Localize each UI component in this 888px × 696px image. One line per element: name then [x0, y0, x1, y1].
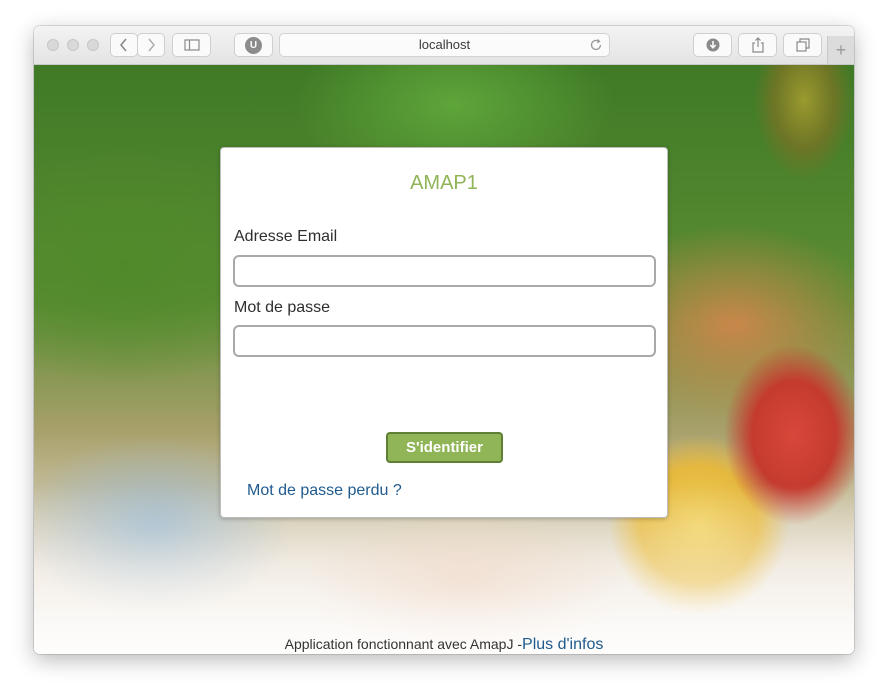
back-icon [119, 38, 127, 52]
more-info-link[interactable]: Plus d'infos [522, 636, 603, 653]
login-panel: AMAP1 Adresse Email Mot de passe S'ident… [220, 147, 668, 518]
tabs-icon [795, 38, 810, 52]
downloads-button[interactable] [693, 33, 732, 57]
login-button[interactable]: S'identifier [386, 432, 503, 463]
forward-button[interactable] [137, 33, 165, 57]
email-field[interactable] [233, 255, 656, 287]
footer-text: Application fonctionnant avec AmapJ - [284, 636, 523, 652]
extension-icon: U [245, 37, 262, 54]
new-tab-button[interactable]: + [827, 36, 854, 64]
password-label: Mot de passe [234, 299, 331, 316]
app-title: AMAP1 [410, 172, 478, 194]
browser-toolbar: U localhost + [34, 26, 854, 65]
back-button[interactable] [110, 33, 138, 57]
browser-window: U localhost + AMAP1 Adresse Email Mot de… [34, 26, 854, 654]
forward-icon [148, 38, 156, 52]
address-bar[interactable]: localhost [279, 33, 610, 57]
forgot-password-link[interactable]: Mot de passe perdu ? [247, 482, 402, 500]
sidebar-button[interactable] [172, 33, 211, 57]
password-field[interactable] [233, 325, 656, 357]
page-content: AMAP1 Adresse Email Mot de passe S'ident… [34, 65, 854, 654]
zoom-window-button[interactable] [87, 39, 99, 51]
close-window-button[interactable] [47, 39, 59, 51]
reload-icon[interactable] [589, 38, 603, 52]
sidebar-icon [183, 39, 200, 51]
download-icon [706, 38, 719, 52]
url-text: localhost [418, 37, 471, 52]
share-icon [751, 37, 764, 53]
email-label: Adresse Email [234, 228, 338, 245]
footer: Application fonctionnant avec AmapJ -Plu… [34, 636, 854, 654]
tab-overview-button[interactable] [783, 33, 822, 57]
minimize-window-button[interactable] [67, 39, 79, 51]
share-button[interactable] [738, 33, 777, 57]
